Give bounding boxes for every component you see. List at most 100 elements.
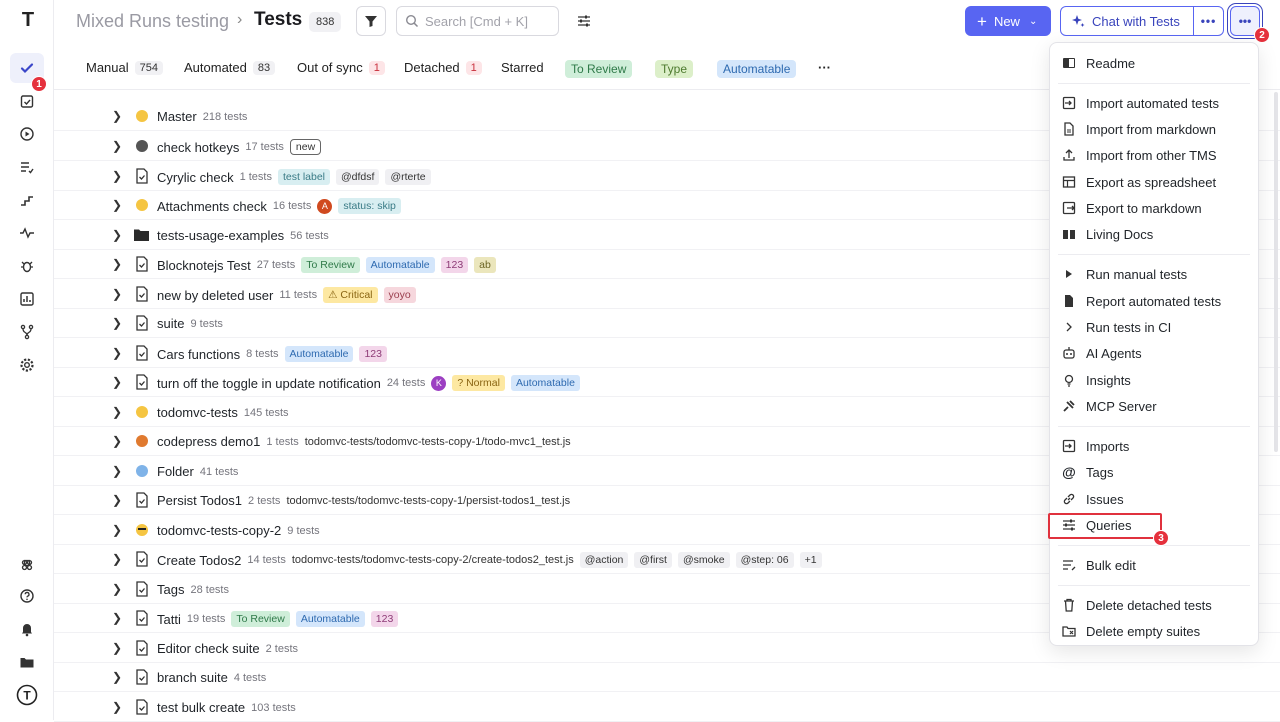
search-input[interactable] xyxy=(425,13,550,29)
scrollbar[interactable] xyxy=(1274,92,1278,452)
chevron-right-icon[interactable]: ❯ xyxy=(112,375,122,389)
menu-item-report-automated[interactable]: Report automated tests xyxy=(1050,288,1258,314)
bell-icon[interactable] xyxy=(10,614,44,644)
menu-item-import-automated[interactable]: Import automated tests xyxy=(1050,90,1258,116)
robot-icon xyxy=(1062,346,1076,360)
chevron-right-icon[interactable]: ❯ xyxy=(112,287,122,301)
tab-detached[interactable]: Detached 1 xyxy=(404,60,482,75)
tab-manual[interactable]: Manual 754 xyxy=(86,60,163,75)
import-icon xyxy=(1062,439,1076,453)
file-check-icon xyxy=(134,551,150,567)
menu-item-delete-detached[interactable]: Delete detached tests xyxy=(1050,592,1258,618)
menu-item-issues[interactable]: Issues xyxy=(1050,486,1258,512)
chevron-right-icon[interactable]: ❯ xyxy=(112,316,122,330)
play-circle-icon[interactable] xyxy=(10,119,44,149)
chevron-right-icon[interactable]: ❯ xyxy=(112,109,122,123)
user-logo-icon[interactable]: T xyxy=(10,680,44,710)
list-check-icon[interactable] xyxy=(10,152,44,182)
tab-type[interactable]: Type xyxy=(655,60,694,78)
menu-item-insights[interactable]: Insights xyxy=(1050,367,1258,393)
menu-item-delete-empty-suites[interactable]: Delete empty suites xyxy=(1050,618,1258,644)
new-button-label: New xyxy=(993,13,1020,29)
menu-item-mcp-server[interactable]: MCP Server xyxy=(1050,393,1258,419)
filter-button[interactable] xyxy=(356,6,386,36)
menu-item-tags[interactable]: @ Tags xyxy=(1050,459,1258,485)
menu-item-import-markdown[interactable]: Import from markdown xyxy=(1050,116,1258,142)
chevron-right-icon[interactable]: ❯ xyxy=(112,582,122,596)
app-logo[interactable]: T xyxy=(16,8,40,32)
folder-icon xyxy=(132,227,150,243)
chevron-right-icon[interactable]: ❯ xyxy=(112,346,122,360)
chevron-right-icon[interactable]: ❯ xyxy=(112,198,122,212)
chevron-right-icon[interactable]: ❯ xyxy=(112,611,122,625)
menu-divider xyxy=(1058,254,1250,255)
import-icon xyxy=(1062,96,1076,110)
folders-icon[interactable] xyxy=(10,647,44,677)
file-check-icon xyxy=(134,492,150,508)
chevron-right-icon[interactable]: ❯ xyxy=(112,493,122,507)
menu-item-run-manual[interactable]: Run manual tests xyxy=(1050,261,1258,287)
branch-icon[interactable] xyxy=(10,317,44,347)
menu-item-run-ci[interactable]: Run tests in CI xyxy=(1050,314,1258,340)
menu-item-readme[interactable]: Readme xyxy=(1050,50,1258,76)
sidebar-badge: 1 xyxy=(31,76,47,92)
chevron-down-icon: ⌄ xyxy=(1028,15,1038,27)
new-button[interactable]: + New ⌄ xyxy=(965,6,1051,36)
tab-out-of-sync[interactable]: Out of sync 1 xyxy=(297,60,385,75)
list-edit-icon xyxy=(1062,558,1076,572)
chevron-right-icon[interactable]: ❯ xyxy=(112,552,122,566)
chevron-right-icon[interactable]: ❯ xyxy=(112,139,122,153)
menu-item-living-docs[interactable]: Living Docs xyxy=(1050,221,1258,247)
tab-starred[interactable]: Starred xyxy=(501,60,544,75)
tests-count-badge: 838 xyxy=(309,12,342,32)
bug-icon[interactable] xyxy=(10,251,44,281)
menu-item-ai-agents[interactable]: AI Agents xyxy=(1050,340,1258,366)
sunglasses-emoji-icon xyxy=(134,522,150,538)
upload-icon xyxy=(1062,148,1076,162)
tab-to-review[interactable]: To Review xyxy=(565,60,633,78)
trash-icon xyxy=(1062,598,1076,612)
chevron-right-icon[interactable]: ❯ xyxy=(112,405,122,419)
filter-icon xyxy=(365,16,377,27)
tabs-more-button[interactable]: ··· xyxy=(818,60,831,75)
chevron-right-icon[interactable]: ❯ xyxy=(112,523,122,537)
menu-item-import-tms[interactable]: Import from other TMS xyxy=(1050,142,1258,168)
bar-chart-icon[interactable] xyxy=(10,284,44,314)
file-check-icon xyxy=(134,256,150,272)
tab-automatable[interactable]: Automatable xyxy=(717,60,797,78)
chevron-right-icon[interactable]: ❯ xyxy=(112,670,122,684)
chevron-right-icon[interactable]: ❯ xyxy=(112,228,122,242)
breadcrumb-separator: › xyxy=(237,11,243,28)
file-check-icon xyxy=(134,168,150,184)
chevron-right-icon[interactable]: ❯ xyxy=(112,464,122,478)
gear-icon[interactable] xyxy=(10,350,44,380)
menu-item-export-spreadsheet[interactable]: Export as spreadsheet xyxy=(1050,169,1258,195)
breadcrumb-project[interactable]: Mixed Runs testing xyxy=(76,11,229,32)
menu-item-imports[interactable]: Imports xyxy=(1050,433,1258,459)
menu-item-export-markdown[interactable]: Export to markdown xyxy=(1050,195,1258,221)
chevron-right-icon[interactable]: ❯ xyxy=(112,641,122,655)
pulse-icon[interactable] xyxy=(10,218,44,248)
file-icon xyxy=(1062,122,1076,136)
chat-more-button[interactable]: ••• xyxy=(1193,6,1224,36)
chevron-right-icon[interactable]: ❯ xyxy=(112,434,122,448)
chevron-right-icon[interactable]: ❯ xyxy=(112,257,122,271)
chevron-right-icon[interactable]: ❯ xyxy=(112,700,122,714)
menu-item-bulk-edit[interactable]: Bulk edit xyxy=(1050,552,1258,578)
steps-icon[interactable] xyxy=(10,185,44,215)
page-title: Tests xyxy=(254,9,303,30)
file-check-icon xyxy=(134,581,150,597)
search-box[interactable] xyxy=(396,6,559,36)
table-icon xyxy=(1062,175,1076,189)
list-item[interactable]: ❯ test bulk create 103 tests xyxy=(54,692,1280,722)
avatar: K xyxy=(431,375,447,391)
tab-automated[interactable]: Automated 83 xyxy=(184,60,276,75)
command-icon[interactable] xyxy=(10,548,44,578)
list-item[interactable]: ❯ branch suite 4 tests xyxy=(54,662,1280,692)
chat-with-tests-button[interactable]: Chat with Tests xyxy=(1060,6,1194,36)
sliders-icon[interactable] xyxy=(574,10,594,32)
help-icon[interactable] xyxy=(10,581,44,611)
chevron-right-icon[interactable]: ❯ xyxy=(112,169,122,183)
file-check-icon xyxy=(134,374,150,390)
step-badge-2: 2 xyxy=(1254,27,1270,43)
